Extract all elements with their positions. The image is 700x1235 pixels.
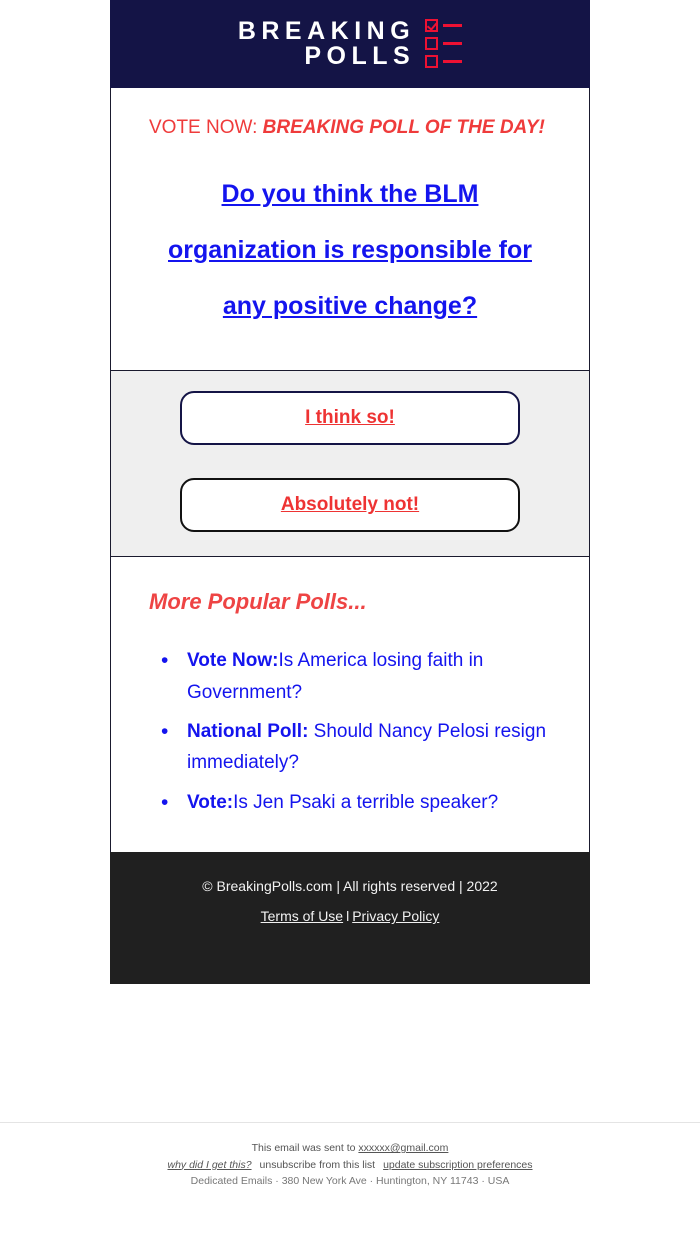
why-link-wrap: why did I get this? — [167, 1159, 251, 1171]
checkbox-empty-icon — [425, 36, 439, 50]
checklist-row-1 — [425, 18, 463, 32]
privacy-policy-link[interactable]: Privacy Policy — [352, 908, 439, 924]
poll-kicker: VOTE NOW: BREAKING POLL OF THE DAY! — [149, 116, 551, 140]
brand-logo-line1: BREAKING — [237, 16, 416, 45]
unsubscribe-links-row: why did I get this? unsubscribe from this… — [0, 1157, 700, 1174]
list-item[interactable]: National Poll: Should Nancy Pelosi resig… — [161, 716, 551, 779]
more-polls-section: More Popular Polls... Vote Now:Is Americ… — [110, 557, 590, 853]
email-container: BREAKING POLLS VOTE NOW: BREAKING POLL O… — [110, 0, 590, 985]
unsubscribe-link-wrap: unsubscribe from this list — [260, 1159, 376, 1171]
poll-kicker-prefix: VOTE NOW: — [149, 117, 263, 138]
footer-link-separator: l — [346, 908, 350, 925]
checklist-row-2 — [425, 36, 463, 50]
more-poll-lead: Vote Now: — [187, 650, 279, 672]
more-polls-list: Vote Now:Is America losing faith in Gove… — [149, 645, 551, 820]
poll-answers-section: I think so! Absolutely not! — [110, 370, 590, 558]
checklist-dash-icon — [443, 23, 463, 27]
more-poll-lead: National Poll: — [187, 720, 309, 742]
brand-logo-line2: POLLS — [304, 42, 416, 70]
more-poll-lead: Vote: — [187, 791, 234, 813]
recipient-email-link[interactable]: xxxxxx@gmail.com — [358, 1142, 448, 1154]
update-preferences-link[interactable]: update subscription preferences — [383, 1159, 532, 1171]
more-poll-text: Is Jen Psaki a terrible speaker? — [233, 791, 499, 813]
unsubscribe-recipient-row: This email was sent to xxxxxx@gmail.com — [0, 1140, 700, 1157]
terms-of-use-link[interactable]: Terms of Use — [261, 908, 343, 924]
content-divider — [0, 1122, 700, 1123]
sent-to-label: This email was sent to — [251, 1142, 359, 1154]
list-item[interactable]: Vote:Is Jen Psaki a terrible speaker? — [161, 787, 551, 820]
poll-question-section: VOTE NOW: BREAKING POLL OF THE DAY! Do y… — [110, 88, 590, 371]
brand-logo: BREAKING POLLS — [237, 16, 463, 70]
sender-postal-address: Dedicated Emails · 380 New York Ave · Hu… — [190, 1175, 510, 1187]
email-footer: © BreakingPolls.com | All rights reserve… — [110, 852, 590, 985]
checklist-icon — [425, 18, 463, 70]
why-did-i-get-this-link[interactable]: why did I get this? — [167, 1159, 251, 1171]
unsubscribe-link[interactable]: unsubscribe from this list — [260, 1159, 376, 1171]
checklist-dash-icon — [443, 41, 463, 45]
unsubscribe-block: This email was sent to xxxxxx@gmail.com … — [0, 1140, 700, 1190]
email-masthead: BREAKING POLLS — [110, 0, 590, 88]
checkbox-empty-icon — [425, 54, 439, 68]
answer-button-yes[interactable]: I think so! — [180, 391, 520, 446]
more-poll-link-3[interactable]: Vote:Is Jen Psaki a terrible speaker? — [187, 792, 498, 813]
footer-links: Terms of Use l Privacy Policy — [130, 908, 570, 924]
checklist-dash-icon — [443, 59, 463, 63]
brand-logo-wordmark: BREAKING POLLS — [237, 16, 416, 70]
footer-copyright: © BreakingPolls.com | All rights reserve… — [202, 878, 498, 895]
more-poll-link-1[interactable]: Vote Now:Is America losing faith in Gove… — [187, 650, 483, 702]
preferences-link-wrap: update subscription preferences — [383, 1159, 532, 1171]
more-poll-link-2[interactable]: National Poll: Should Nancy Pelosi resig… — [187, 721, 546, 773]
answer-button-no[interactable]: Absolutely not! — [180, 478, 520, 533]
more-polls-title: More Popular Polls... — [149, 589, 367, 615]
checkbox-checked-icon — [425, 18, 439, 32]
checklist-row-3 — [425, 54, 463, 68]
list-item[interactable]: Vote Now:Is America losing faith in Gove… — [161, 645, 551, 708]
poll-question-link[interactable]: Do you think the BLM organization is res… — [149, 166, 551, 335]
poll-kicker-emphasis: BREAKING POLL OF THE DAY! — [262, 117, 545, 138]
